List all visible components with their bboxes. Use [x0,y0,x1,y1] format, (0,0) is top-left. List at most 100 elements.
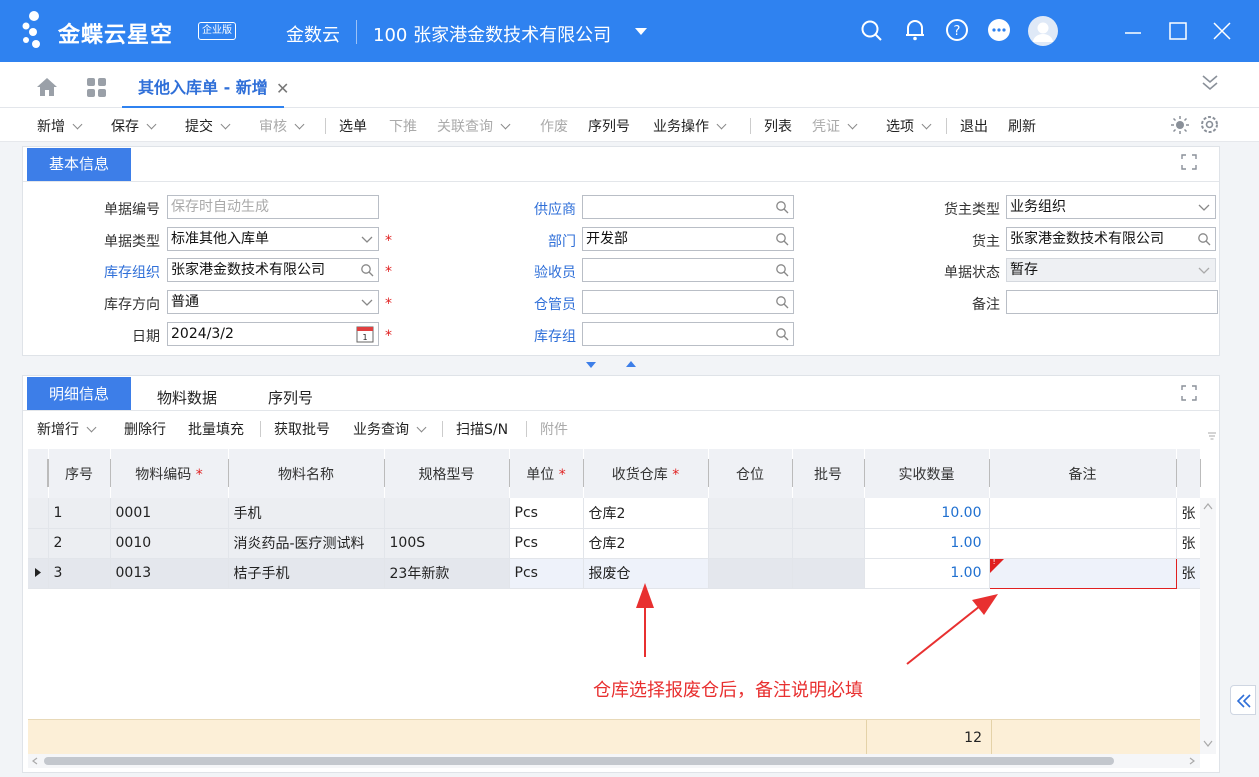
search-icon[interactable] [775,263,789,277]
tab-serial-number[interactable]: 序列号 [268,387,313,408]
table-row[interactable]: 1 0001 手机 Pcs 仓库2 10.00 张 [28,498,1201,529]
row-indicator[interactable] [28,498,49,529]
search-icon[interactable] [775,295,789,309]
new-button[interactable]: 新增 [37,116,83,136]
chevron-down-icon[interactable] [72,119,83,130]
chevron-down-icon[interactable] [716,119,727,130]
app-name[interactable]: 金数云 [286,21,340,47]
apps-grid-icon[interactable] [86,77,107,98]
cell-unit[interactable]: Pcs [509,528,584,559]
chevron-down-icon[interactable] [1197,200,1211,214]
owner-field[interactable]: 张家港金数技术有限公司 [1006,227,1216,251]
cell-warehouse[interactable]: 仓库2 [583,528,709,559]
fullscreen-icon[interactable] [1181,385,1197,401]
exit-button[interactable]: 退出 [960,116,988,136]
tab-basic-info[interactable]: 基本信息 [27,148,131,181]
company-selector[interactable]: 100 张家港金数技术有限公司 [373,21,611,47]
cell-warehouse[interactable]: 报废仓 [583,558,709,589]
chevron-down-icon[interactable] [220,119,231,130]
submit-button[interactable]: 提交 [185,116,231,136]
business-operation-button[interactable]: 业务操作 [653,116,727,136]
department-field[interactable]: 开发部 [582,227,794,251]
col-header-material-name[interactable]: 物料名称 [228,449,385,498]
cell-material-code[interactable]: 0013 [110,558,229,589]
void-button[interactable]: 作废 [540,116,568,136]
cell-material-code[interactable]: 0001 [110,498,229,529]
cell-qty[interactable]: 1.00 [864,558,990,589]
doc-type-select[interactable]: 标准其他入库单 [167,227,379,251]
cell-location[interactable] [708,498,793,529]
date-field[interactable]: 2024/3/2 1 [167,322,379,346]
scroll-up-icon[interactable] [1203,502,1213,510]
serial-number-button[interactable]: 序列号 [588,116,630,136]
chevron-down-icon[interactable] [416,422,427,433]
cell-lot[interactable] [792,528,865,559]
double-chevron-down-icon[interactable] [1200,72,1220,92]
department-label[interactable]: 部门 [476,231,576,251]
col-header-qty[interactable]: 实收数量 [864,449,990,498]
cell-location[interactable] [708,528,793,559]
keeper-field[interactable] [582,290,794,314]
get-lot-button[interactable]: 获取批号 [274,419,330,439]
cell-material-code[interactable]: 0010 [110,528,229,559]
search-icon[interactable] [775,200,789,214]
col-header-lot[interactable]: 批号 [792,449,865,498]
delete-row-button[interactable]: 删除行 [124,419,166,439]
chevron-down-icon[interactable] [921,119,932,130]
search-icon[interactable] [775,232,789,246]
scan-sn-button[interactable]: 扫描S/N [456,419,508,439]
cell-qty[interactable]: 10.00 [864,498,990,529]
stock-org-field[interactable]: 张家港金数技术有限公司 [167,258,379,282]
cell-remark[interactable] [989,528,1177,559]
filter-icon[interactable] [1207,431,1217,441]
search-icon[interactable] [775,327,789,341]
scroll-left-icon[interactable] [31,757,39,765]
refresh-button[interactable]: 刷新 [1008,116,1036,136]
row-indicator[interactable] [28,558,49,589]
calendar-icon[interactable]: 1 [356,325,374,343]
bell-icon[interactable] [902,17,928,43]
home-icon[interactable] [36,77,58,97]
fullscreen-icon[interactable] [1181,154,1197,170]
inspector-label[interactable]: 验收员 [476,262,576,282]
col-header-location[interactable]: 仓位 [708,449,793,498]
avatar[interactable] [1028,16,1058,46]
save-button[interactable]: 保存 [111,116,157,136]
chevron-down-icon[interactable] [847,119,858,130]
chevron-down-icon[interactable] [500,119,511,130]
scrollbar-thumb[interactable] [44,757,1114,765]
supplier-label[interactable]: 供应商 [476,199,576,219]
chevron-down-icon[interactable] [86,422,97,433]
double-chevron-left-icon[interactable] [1236,693,1252,709]
table-row-selected[interactable]: 3 0013 桔子手机 23年新款 Pcs 报废仓 1.00 ! 张 [28,557,1201,589]
related-query-button[interactable]: 关联查询 [437,116,511,136]
search-icon[interactable] [859,18,885,44]
search-icon[interactable] [360,263,374,277]
collapse-down-icon[interactable] [585,361,597,369]
col-header-spec[interactable]: 规格型号 [384,449,510,498]
keeper-label[interactable]: 仓管员 [476,294,576,314]
chevron-down-icon[interactable] [360,232,374,246]
tab-material-data[interactable]: 物料数据 [157,387,217,408]
cell-qty[interactable]: 1.00 [864,528,990,559]
business-query-button[interactable]: 业务查询 [353,419,427,439]
col-header-warehouse[interactable]: 收货仓库 * [583,449,709,498]
cell-lot[interactable] [792,558,865,589]
tab-other-inbound-new[interactable]: 其他入库单 - 新增 [122,62,284,108]
batch-fill-button[interactable]: 批量填充 [188,419,244,439]
col-header-unit[interactable]: 单位 * [509,449,584,498]
col-header-remark[interactable]: 备注 [989,449,1177,498]
add-row-button[interactable]: 新增行 [37,419,97,439]
tab-detail-info[interactable]: 明细信息 [27,377,131,410]
stock-org-label[interactable]: 库存组织 [60,262,160,282]
cell-unit[interactable]: Pcs [509,558,584,589]
close-icon[interactable] [1210,20,1236,46]
more-icon[interactable] [986,17,1012,43]
cell-location[interactable] [708,558,793,589]
doc-no-field[interactable]: 保存时自动生成 [167,195,379,219]
audit-button[interactable]: 审核 [259,116,305,136]
tab-close-icon[interactable]: ✕ [276,79,289,98]
push-down-button[interactable]: 下推 [389,116,417,136]
col-header-material-code[interactable]: 物料编码 * [110,449,229,498]
collapse-up-icon[interactable] [625,360,637,368]
